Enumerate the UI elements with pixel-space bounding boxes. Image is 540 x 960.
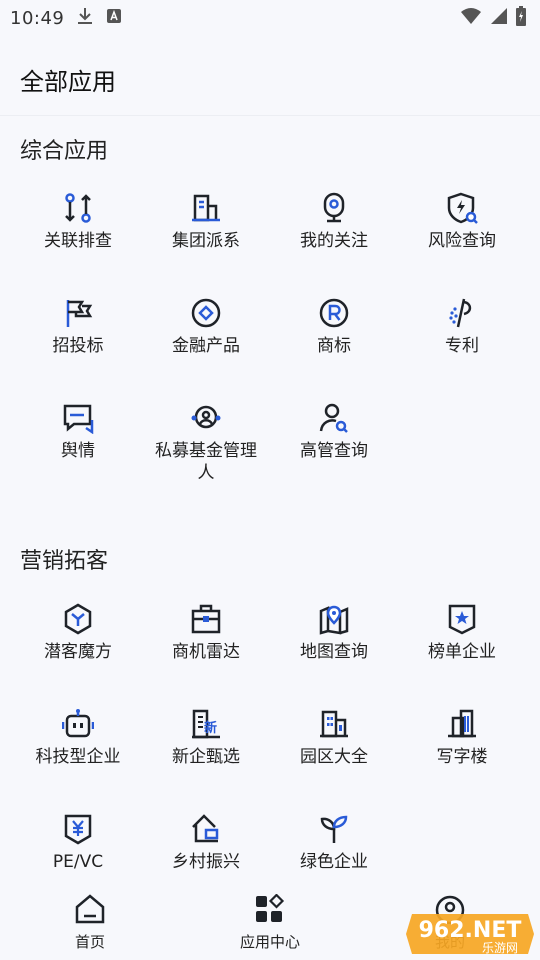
- signal-icon: [490, 7, 508, 29]
- svg-text:新: 新: [204, 720, 217, 736]
- tile-industrial-parks[interactable]: 园区大全: [270, 688, 398, 793]
- new-company-icon: 新: [188, 706, 224, 742]
- tile-label: 商标: [317, 336, 351, 356]
- tile-label: 商机雷达: [172, 642, 240, 662]
- download-icon: [76, 6, 94, 30]
- tile-label: 绿色企业: [300, 852, 368, 872]
- tile-label: 潜客魔方: [44, 642, 112, 662]
- site-watermark: 962.NET 乐游网: [404, 912, 536, 956]
- watermark-text: 962.NET: [419, 918, 522, 943]
- battery-icon: [516, 6, 526, 30]
- section-grid-marketing: 潜客魔方 商机雷达 地图查询 榜单企业 科技型企业 新 新企甄选 园区大全 写字…: [14, 583, 526, 898]
- tile-label: 新企甄选: [172, 747, 240, 767]
- trademark-icon: [316, 295, 352, 331]
- tile-bidding[interactable]: 招投标: [14, 277, 142, 382]
- tile-office-buildings[interactable]: 写字楼: [398, 688, 526, 793]
- tile-group-faction[interactable]: 集团派系: [142, 172, 270, 277]
- page-title: 全部应用: [20, 68, 116, 96]
- apps-icon: [254, 893, 286, 928]
- nav-label: 首页: [74, 933, 105, 951]
- wifi-icon: [460, 7, 482, 29]
- relation-icon: [60, 190, 96, 226]
- robot-icon: [60, 706, 96, 742]
- tile-label: 我的关注: [300, 231, 368, 251]
- executive-search-icon: [316, 400, 352, 436]
- tile-ranking-companies[interactable]: 榜单企业: [398, 583, 526, 688]
- text-a-icon: [106, 8, 122, 28]
- nav-home[interactable]: 首页: [0, 890, 180, 960]
- tile-trademark[interactable]: 商标: [270, 277, 398, 382]
- tile-relation-check[interactable]: 关联排查: [14, 172, 142, 277]
- tile-pe-vc[interactable]: PE/VC: [14, 793, 142, 898]
- section-grid-general: 关联排查 集团派系 我的关注 风险查询 招投标 金融产品 商标 专利 舆情 私募…: [14, 172, 526, 487]
- tile-executive-query[interactable]: 高管查询: [270, 382, 398, 487]
- tile-label: 招投标: [52, 336, 104, 356]
- yen-badge-icon: [60, 811, 96, 847]
- tile-label: 私募基金管理人: [155, 441, 257, 483]
- park-icon: [316, 706, 352, 742]
- page-header: 全部应用: [0, 36, 540, 116]
- tile-risk-query[interactable]: 风险查询: [398, 172, 526, 277]
- map-icon: [316, 601, 352, 637]
- cube-icon: [60, 601, 96, 637]
- tile-label: 舆情: [61, 441, 95, 461]
- tile-private-fund-manager[interactable]: 私募基金管理人: [142, 382, 270, 487]
- tile-label: 金融产品: [172, 336, 240, 356]
- finance-icon: [188, 295, 224, 331]
- tile-label: 高管查询: [300, 441, 368, 461]
- tile-label: 榜单企业: [428, 642, 496, 662]
- tile-label: 专利: [445, 336, 479, 356]
- tile-label: 写字楼: [436, 747, 488, 767]
- chat-icon: [60, 400, 96, 436]
- nav-app-center[interactable]: 应用中心: [180, 890, 360, 960]
- briefcase-icon: [188, 601, 224, 637]
- ranking-icon: [444, 601, 480, 637]
- sprout-icon: [316, 811, 352, 847]
- tile-rural-revitalization[interactable]: 乡村振兴: [142, 793, 270, 898]
- nav-label: 应用中心: [239, 933, 300, 951]
- tile-prospect-cube[interactable]: 潜客魔方: [14, 583, 142, 688]
- flag-icon: [60, 295, 96, 331]
- village-icon: [188, 811, 224, 847]
- watermark-subtext: 乐游网: [482, 941, 518, 955]
- home-icon: [74, 894, 106, 928]
- tile-new-company-selection[interactable]: 新 新企甄选: [142, 688, 270, 793]
- tile-label: 关联排查: [44, 231, 112, 251]
- tile-business-radar[interactable]: 商机雷达: [142, 583, 270, 688]
- risk-shield-icon: [444, 190, 480, 226]
- tile-label: 地图查询: [300, 642, 368, 662]
- building-icon: [188, 190, 224, 226]
- tile-label: 风险查询: [428, 231, 496, 251]
- patent-icon: [444, 295, 480, 331]
- section-title-marketing: 营销拓客: [20, 549, 109, 574]
- tile-label: 乡村振兴: [172, 852, 240, 872]
- tile-patent[interactable]: 专利: [398, 277, 526, 382]
- tile-label: PE/VC: [52, 852, 104, 872]
- tile-map-query[interactable]: 地图查询: [270, 583, 398, 688]
- tile-public-opinion[interactable]: 舆情: [14, 382, 142, 487]
- status-bar: 10:49: [0, 0, 540, 36]
- watch-icon: [316, 190, 352, 226]
- status-time: 10:49: [10, 7, 65, 29]
- section-title-general: 综合应用: [20, 139, 109, 164]
- office-building-icon: [444, 706, 480, 742]
- tile-tech-companies[interactable]: 科技型企业: [14, 688, 142, 793]
- tile-finance-product[interactable]: 金融产品: [142, 277, 270, 382]
- tile-label: 集团派系: [172, 231, 240, 251]
- tile-label: 科技型企业: [35, 747, 121, 767]
- tile-label: 园区大全: [300, 747, 368, 767]
- fund-manager-icon: [188, 400, 224, 436]
- tile-green-companies[interactable]: 绿色企业: [270, 793, 398, 898]
- tile-my-follow[interactable]: 我的关注: [270, 172, 398, 277]
